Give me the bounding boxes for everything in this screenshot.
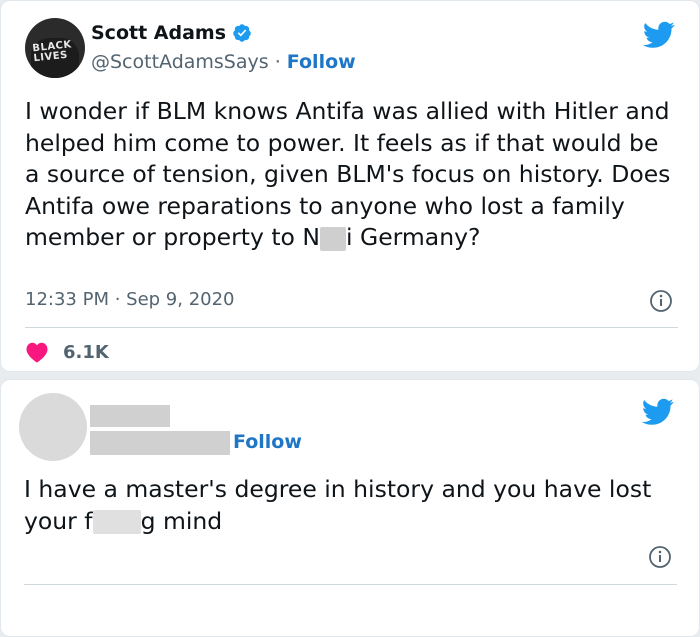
handle-line: @ScottAdamsSays · Follow xyxy=(91,51,356,73)
timestamp[interactable]: 12:33 PM · Sep 9, 2020 xyxy=(25,289,235,310)
divider xyxy=(25,327,678,328)
tweet-text-part-2: i xyxy=(345,223,353,251)
censor-blur xyxy=(319,226,346,251)
author-handle[interactable]: @ScottAdamsSays xyxy=(91,51,269,73)
tweet-text: I have a master's degree in history and … xyxy=(24,474,679,537)
like-count: 6.1K xyxy=(63,341,109,363)
follow-button[interactable]: Follow xyxy=(287,51,356,73)
author-name[interactable]: Scott Adams xyxy=(91,22,226,44)
heart-icon xyxy=(26,342,48,363)
twitter-bird-icon[interactable] xyxy=(643,21,675,49)
censor-blur xyxy=(92,510,141,534)
avatar-redacted[interactable] xyxy=(19,393,87,461)
tweet-text-part-3: Germany? xyxy=(359,223,481,251)
author-name-row: Scott Adams xyxy=(91,22,252,44)
redacted-handle xyxy=(90,431,230,455)
avatar[interactable]: BLACK LIVES xyxy=(25,18,85,78)
follow-button[interactable]: Follow xyxy=(233,431,302,453)
info-icon[interactable] xyxy=(648,545,672,569)
redacted-name xyxy=(90,405,170,427)
separator: · xyxy=(274,51,281,73)
verified-badge-icon xyxy=(233,24,251,42)
tweet-text-part-2: g mind xyxy=(140,506,223,535)
twitter-bird-icon[interactable] xyxy=(642,398,674,426)
like-action[interactable]: 6.1K xyxy=(25,341,109,363)
divider xyxy=(24,584,677,585)
tweet-text: I wonder if BLM knows Antifa was allied … xyxy=(25,96,680,254)
info-icon[interactable] xyxy=(649,289,673,313)
tweet-card-1: BLACK LIVES Scott Adams @ScottAdamsSays ·… xyxy=(0,0,700,372)
